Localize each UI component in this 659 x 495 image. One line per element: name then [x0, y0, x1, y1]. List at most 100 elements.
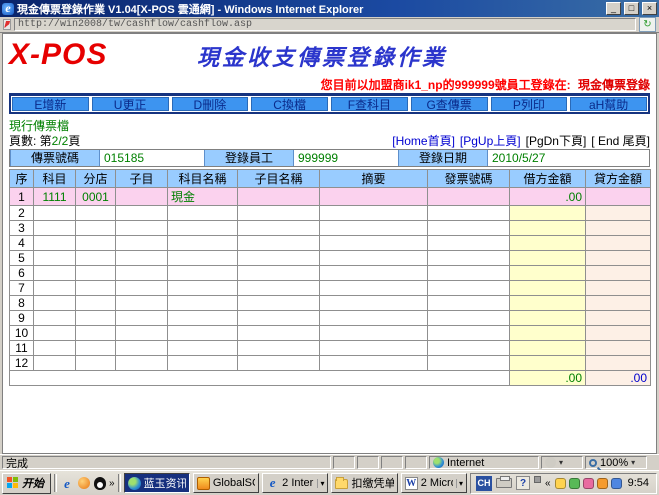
- printer-icon[interactable]: [496, 478, 512, 488]
- toolbar-button-5[interactable]: F查科目: [331, 97, 408, 111]
- row-cell[interactable]: [116, 206, 168, 221]
- address-input[interactable]: http://win2008/tw/cashflow/cashflow.asp: [14, 18, 636, 31]
- row-cell[interactable]: [34, 236, 76, 251]
- minimize-button[interactable]: _: [606, 2, 621, 15]
- nav-link-2[interactable]: [PgUp上頁]: [460, 134, 521, 148]
- row-cell[interactable]: [116, 281, 168, 296]
- row-cell[interactable]: [116, 326, 168, 341]
- row-cell[interactable]: [76, 326, 116, 341]
- toolbar-button-1[interactable]: E增新: [12, 97, 89, 111]
- row-cell[interactable]: [34, 251, 76, 266]
- language-indicator[interactable]: CH: [476, 476, 492, 491]
- row-cell[interactable]: [34, 266, 76, 281]
- im-icon[interactable]: [583, 478, 594, 489]
- row-cell[interactable]: [428, 296, 510, 311]
- qq-icon[interactable]: [94, 477, 106, 490]
- row-cell[interactable]: [238, 236, 320, 251]
- toolbar-button-8[interactable]: aH幫助: [570, 97, 647, 111]
- row-cell[interactable]: [320, 266, 428, 281]
- taskbar-task-5[interactable]: W2 Microso...▾: [401, 473, 467, 493]
- quick-launch-overflow-icon[interactable]: »: [109, 478, 115, 489]
- row-cell[interactable]: [168, 341, 238, 356]
- toolbar-button-3[interactable]: D刪除: [172, 97, 249, 111]
- toolbar-button-4[interactable]: C換檔: [251, 97, 328, 111]
- row-cell[interactable]: 0001: [76, 188, 116, 206]
- row-cell[interactable]: [238, 266, 320, 281]
- voucher-field-value-1[interactable]: 015185: [100, 150, 204, 166]
- row-cell[interactable]: [320, 221, 428, 236]
- row-cell[interactable]: [238, 341, 320, 356]
- row-cell[interactable]: [76, 236, 116, 251]
- toolbar-button-2[interactable]: U更正: [92, 97, 169, 111]
- close-button[interactable]: ×: [642, 2, 657, 15]
- row-cell[interactable]: [238, 296, 320, 311]
- row-cell[interactable]: [510, 326, 586, 341]
- row-cell[interactable]: [238, 251, 320, 266]
- row-cell[interactable]: [168, 236, 238, 251]
- resize-grip[interactable]: [647, 455, 659, 470]
- row-cell[interactable]: [34, 296, 76, 311]
- row-cell[interactable]: [238, 281, 320, 296]
- row-cell[interactable]: [510, 281, 586, 296]
- row-cell[interactable]: [510, 296, 586, 311]
- row-cell[interactable]: [34, 206, 76, 221]
- task-group-dropdown-icon[interactable]: ▾: [456, 479, 463, 488]
- row-cell[interactable]: [168, 206, 238, 221]
- start-button[interactable]: 开始: [2, 473, 51, 494]
- row-cell[interactable]: [168, 221, 238, 236]
- update-icon[interactable]: [597, 478, 608, 489]
- row-cell[interactable]: [34, 221, 76, 236]
- row-cell[interactable]: [116, 266, 168, 281]
- row-cell[interactable]: [76, 311, 116, 326]
- row-cell[interactable]: [586, 188, 651, 206]
- voucher-field-value-3[interactable]: 2010/5/27: [488, 150, 649, 166]
- title-bar[interactable]: e 現金傳票登錄作業 V1.04[X-POS 雲通網] - Windows In…: [0, 0, 659, 17]
- row-cell[interactable]: [76, 266, 116, 281]
- row-cell[interactable]: [168, 311, 238, 326]
- row-cell[interactable]: [510, 251, 586, 266]
- toolbar-button-6[interactable]: G查傳票: [411, 97, 488, 111]
- row-cell[interactable]: [34, 311, 76, 326]
- taskbar-task-2[interactable]: GlobalSCAP...: [193, 473, 259, 493]
- row-cell[interactable]: [76, 281, 116, 296]
- row-cell[interactable]: [428, 236, 510, 251]
- row-cell[interactable]: [428, 206, 510, 221]
- row-cell[interactable]: [586, 221, 651, 236]
- help-icon[interactable]: ?: [516, 476, 530, 490]
- ie-icon[interactable]: e: [60, 476, 74, 490]
- row-cell[interactable]: [116, 188, 168, 206]
- row-cell[interactable]: [510, 236, 586, 251]
- row-cell[interactable]: [34, 356, 76, 371]
- row-cell[interactable]: [238, 206, 320, 221]
- row-cell[interactable]: [320, 311, 428, 326]
- nav-link-1[interactable]: [Home首頁]: [392, 134, 455, 148]
- nav-link-4[interactable]: [ End 尾頁]: [591, 134, 650, 148]
- row-cell[interactable]: [116, 341, 168, 356]
- zoom-control[interactable]: 100% ▾: [585, 456, 647, 469]
- row-cell[interactable]: [586, 281, 651, 296]
- row-cell[interactable]: [34, 326, 76, 341]
- row-cell[interactable]: [168, 326, 238, 341]
- row-cell[interactable]: [428, 251, 510, 266]
- row-cell[interactable]: [320, 341, 428, 356]
- mail-icon[interactable]: [611, 478, 622, 489]
- taskbar-task-4[interactable]: 扣缴凭单作业: [331, 473, 397, 493]
- row-cell[interactable]: [238, 326, 320, 341]
- row-cell[interactable]: [428, 326, 510, 341]
- row-cell[interactable]: [320, 326, 428, 341]
- msn-icon[interactable]: [78, 477, 90, 489]
- row-cell[interactable]: [510, 356, 586, 371]
- task-group-dropdown-icon[interactable]: ▾: [317, 479, 324, 488]
- row-cell[interactable]: .00: [510, 188, 586, 206]
- row-cell[interactable]: [76, 296, 116, 311]
- row-cell[interactable]: 現金: [168, 188, 238, 206]
- row-cell[interactable]: [168, 296, 238, 311]
- row-cell[interactable]: [238, 356, 320, 371]
- protected-mode-segment[interactable]: ▾: [541, 456, 583, 469]
- row-cell[interactable]: [428, 266, 510, 281]
- row-cell[interactable]: [238, 221, 320, 236]
- row-cell[interactable]: 1111: [34, 188, 76, 206]
- row-cell[interactable]: [428, 341, 510, 356]
- row-cell[interactable]: [168, 281, 238, 296]
- row-cell[interactable]: [76, 251, 116, 266]
